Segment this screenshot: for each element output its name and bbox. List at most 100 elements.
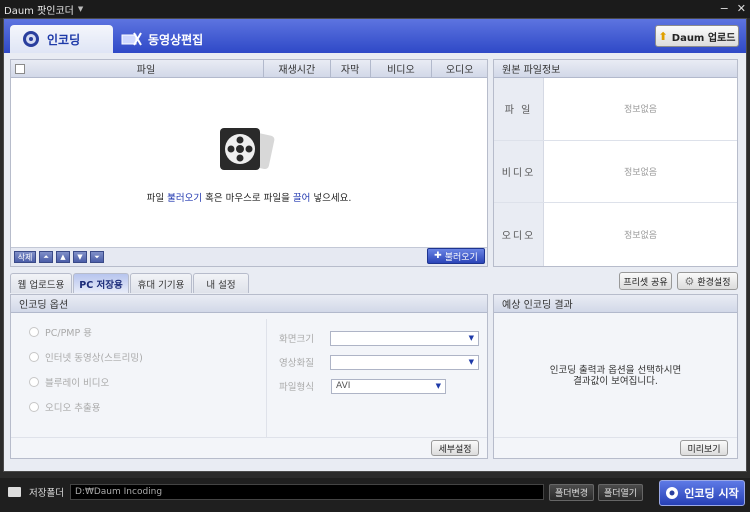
encoding-options-panel: 인코딩 옵션 PC/PMP 용 인터넷 동영상(스트리밍) 블루레이 비디오 오…: [10, 294, 488, 459]
result-title: 예상 인코딩 결과: [494, 295, 737, 313]
move-top-icon[interactable]: ⏶: [39, 251, 53, 263]
gear-icon: ⚙: [684, 274, 695, 288]
load-button-label: 불러오기: [444, 252, 478, 263]
field-screen-size: 화면크기 ▼: [279, 326, 479, 350]
file-list-header: 파일 재생시간 자막 비디오 오디오: [11, 59, 487, 78]
delete-button[interactable]: 삭제: [14, 251, 36, 263]
file-format-label: 파일형식: [279, 382, 314, 393]
expected-result-panel: 예상 인코딩 결과 인코딩 출력과 옵션을 선택하시면 결과값이 보여집니다. …: [493, 294, 738, 459]
daum-upload-button[interactable]: ⬆ Daum 업로드: [655, 25, 739, 47]
settings-button[interactable]: ⚙ 환경설정: [677, 272, 738, 290]
col-video[interactable]: 비디오: [369, 59, 432, 78]
radio-circle[interactable]: [29, 326, 39, 337]
radio-bluray[interactable]: 블루레이 비디오: [11, 369, 266, 394]
screen-size-label: 화면크기: [279, 334, 314, 345]
radio-circle[interactable]: [29, 401, 39, 412]
col-duration[interactable]: 재생시간: [262, 59, 330, 78]
empty-msg-text-1: 파일: [146, 193, 168, 204]
move-bottom-icon[interactable]: ⏷: [90, 251, 104, 263]
radio-streaming[interactable]: 인터넷 동영상(스트리밍): [11, 344, 266, 369]
drag-link: 끌어: [292, 193, 311, 204]
video-quality-label: 영상화질: [279, 358, 314, 369]
start-encoding-label: 인코딩 시작: [684, 487, 739, 500]
radio-circle[interactable]: [29, 376, 39, 387]
load-link[interactable]: 불러오기: [167, 193, 202, 204]
screen-size-select[interactable]: ▼: [329, 330, 479, 346]
select-all-checkbox[interactable]: [15, 63, 25, 74]
file-format-select[interactable]: AVI ▼: [331, 378, 446, 394]
daum-upload-label: Daum 업로드: [671, 32, 736, 44]
result-message-line1: 인코딩 출력과 옵션을 선택하시면: [549, 365, 682, 376]
load-button[interactable]: ✚ 불러오기: [427, 248, 485, 264]
tab-pc-save[interactable]: PC 저장용: [73, 273, 129, 293]
file-format-value: AVI: [336, 381, 351, 391]
save-folder: 저장폴더: [8, 485, 64, 499]
minimize-icon[interactable]: −: [720, 2, 729, 15]
encode-disc-icon: [23, 31, 39, 47]
source-value-file: 정보없음: [623, 105, 658, 116]
col-subtitle[interactable]: 자막: [329, 59, 370, 78]
result-message-line2: 결과값이 보여집니다.: [573, 376, 658, 387]
save-folder-label: 저장폴더: [29, 488, 64, 499]
app-title: Daum 팟인코더: [4, 5, 74, 17]
list-toolbar: 삭제 ⏶ ▲ ▼ ⏷: [11, 247, 487, 266]
tab-mobile-device[interactable]: 휴대 기기용: [130, 273, 192, 293]
chevron-down-icon: ▼: [435, 382, 441, 390]
source-row-video: 비디오 정보없음: [494, 140, 737, 203]
options-title: 인코딩 옵션: [11, 295, 487, 313]
col-file[interactable]: 파일: [29, 60, 263, 78]
start-encoding-button[interactable]: 인코딩 시작: [659, 480, 745, 506]
radio-label: 인터넷 동영상(스트리밍): [45, 352, 143, 364]
output-type-group: PC/PMP 용 인터넷 동영상(스트리밍) 블루레이 비디오 오디오 추출용: [11, 319, 267, 437]
close-icon[interactable]: ✕: [737, 2, 746, 15]
tab-encode-label: 인코딩: [47, 32, 81, 47]
source-label-file: 파 일: [494, 78, 544, 140]
upload-arrow-icon: ⬆: [658, 29, 668, 43]
result-message: 인코딩 출력과 옵션을 선택하시면 결과값이 보여집니다.: [494, 365, 737, 387]
folder-icon: [8, 487, 21, 497]
radio-label: 블루레이 비디오: [45, 377, 110, 389]
preview-button[interactable]: 미리보기: [680, 440, 728, 456]
empty-msg-text-3: 넣으세요.: [310, 193, 352, 204]
encode-disc-icon: [666, 487, 679, 499]
chevron-down-icon: ▼: [468, 334, 474, 342]
save-path-field[interactable]: D:₩Daum Incoding: [70, 484, 544, 500]
tab-my-settings[interactable]: 내 설정: [193, 273, 249, 293]
title-bar: Daum 팟인코더 ▼: [0, 0, 750, 18]
radio-circle[interactable]: [29, 351, 39, 362]
source-value-audio: 정보없음: [623, 230, 658, 241]
tab-video-edit[interactable]: 동영상편집: [120, 25, 230, 53]
source-row-file: 파 일 정보없음: [494, 78, 737, 141]
film-reel-icon: [220, 128, 275, 170]
tab-video-edit-label: 동영상편집: [148, 32, 204, 47]
option-fields: 화면크기 ▼ 영상화질 ▼ 파일형식 AVI ▼: [279, 326, 479, 398]
field-file-format: 파일형식 AVI ▼: [279, 374, 479, 398]
change-folder-button[interactable]: 폴더변경: [549, 484, 594, 501]
empty-list-message: 파일 불러오기 혹은 마우스로 파일을 끌어 넣으세요.: [10, 190, 488, 204]
radio-label: 오디오 추출용: [45, 402, 101, 414]
source-label-video: 비디오: [494, 140, 544, 202]
field-video-quality: 영상화질 ▼: [279, 350, 479, 374]
radio-pc-pmp[interactable]: PC/PMP 용: [11, 319, 266, 344]
col-audio[interactable]: 오디오: [431, 59, 487, 78]
move-down-icon[interactable]: ▼: [73, 251, 87, 263]
radio-label: PC/PMP 용: [45, 327, 92, 339]
window-controls: − ✕: [720, 2, 746, 15]
options-footer: [11, 437, 487, 458]
empty-msg-text-2: 혹은 마우스로 파일을: [202, 193, 293, 204]
tab-web-upload[interactable]: 웹 업로드용: [10, 273, 72, 293]
top-nav: [4, 19, 746, 53]
video-quality-select[interactable]: ▼: [329, 354, 479, 370]
chevron-down-icon[interactable]: ▼: [78, 5, 83, 13]
source-label-audio: 오디오: [494, 203, 544, 266]
detail-settings-button[interactable]: 세부설정: [431, 440, 479, 456]
chevron-down-icon: ▼: [468, 358, 474, 366]
source-value-video: 정보없음: [623, 167, 658, 178]
open-folder-button[interactable]: 폴더열기: [598, 484, 643, 501]
tab-encode[interactable]: 인코딩: [10, 25, 113, 53]
preset-share-button[interactable]: 프리셋 공유: [619, 272, 672, 290]
scissors-film-icon: [121, 32, 142, 46]
move-up-icon[interactable]: ▲: [56, 251, 70, 263]
radio-audio-extract[interactable]: 오디오 추출용: [11, 394, 266, 419]
source-info-panel: 원본 파일정보 파 일 정보없음 비디오 정보없음 오디오 정보없음: [493, 59, 738, 267]
